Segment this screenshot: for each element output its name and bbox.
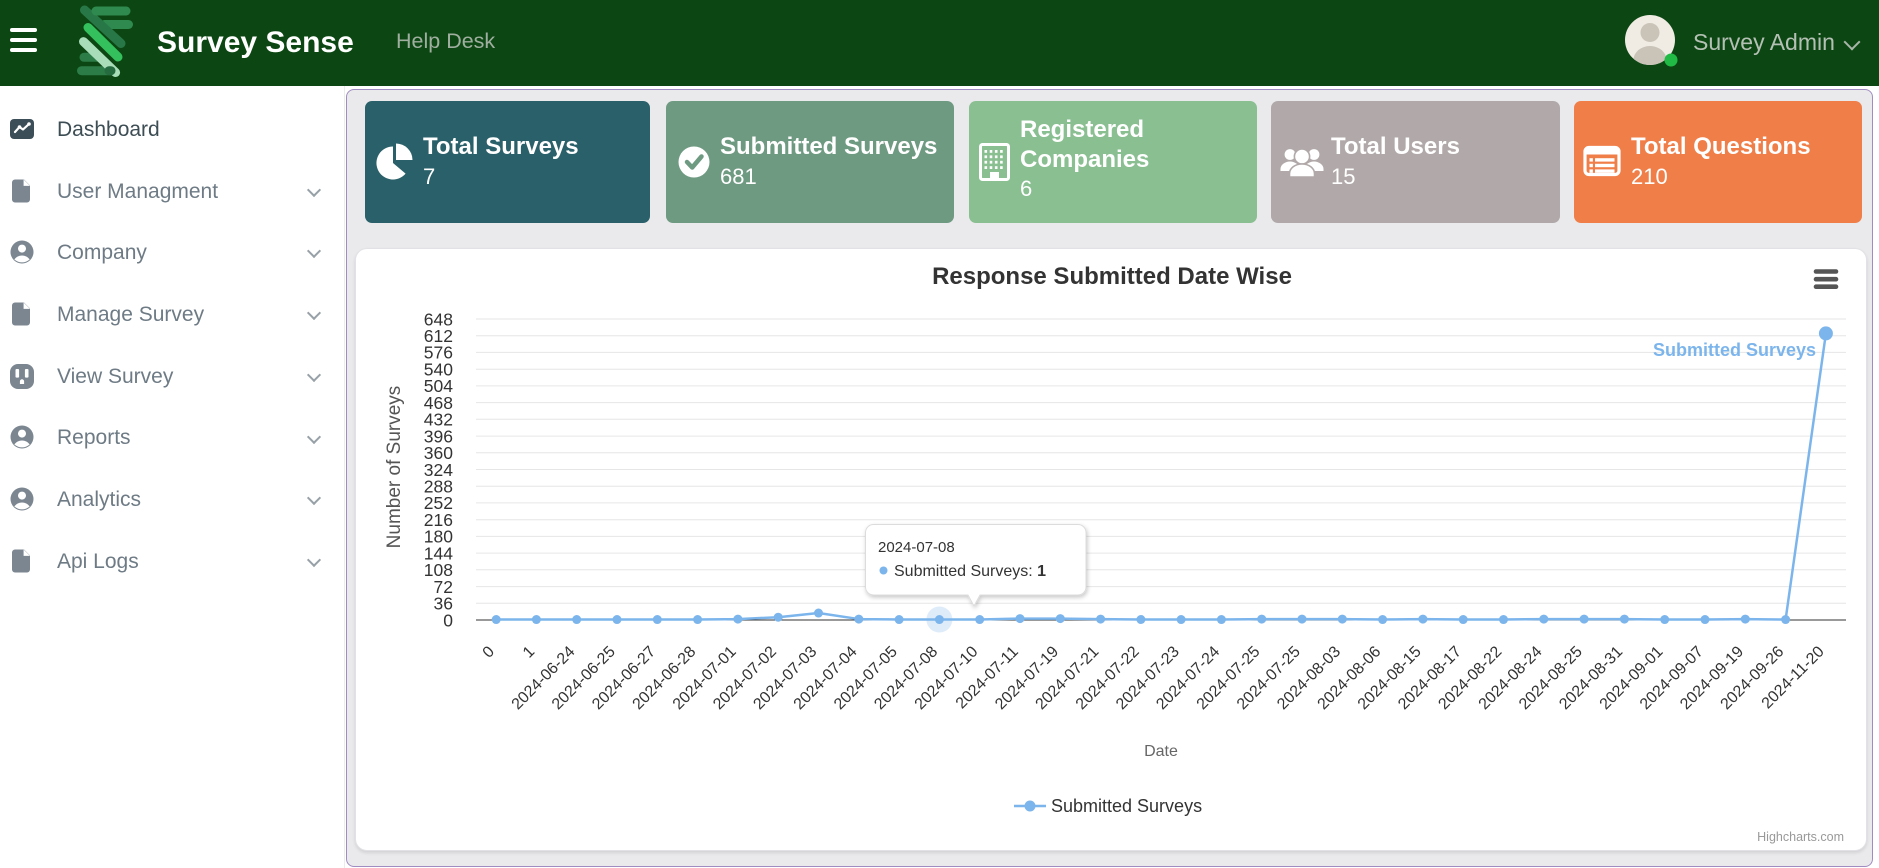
svg-text:648: 648: [424, 309, 453, 329]
svg-text:Highcharts.com: Highcharts.com: [1757, 830, 1844, 844]
svg-text:Submitted Surveys: 1: Submitted Surveys: 1: [894, 563, 1046, 580]
svg-text:Submitted Surveys: Submitted Surveys: [1051, 796, 1202, 816]
svg-text:Response Submitted Date Wise: Response Submitted Date Wise: [932, 263, 1292, 290]
svg-text:Date: Date: [1144, 743, 1178, 760]
svg-text:0: 0: [480, 643, 498, 661]
svg-text:2024-07-08: 2024-07-08: [878, 539, 955, 556]
svg-text:Number of Surveys: Number of Surveys: [384, 386, 405, 549]
svg-text:Submitted Surveys: Submitted Surveys: [1653, 340, 1816, 360]
svg-text:1: 1: [520, 643, 538, 661]
